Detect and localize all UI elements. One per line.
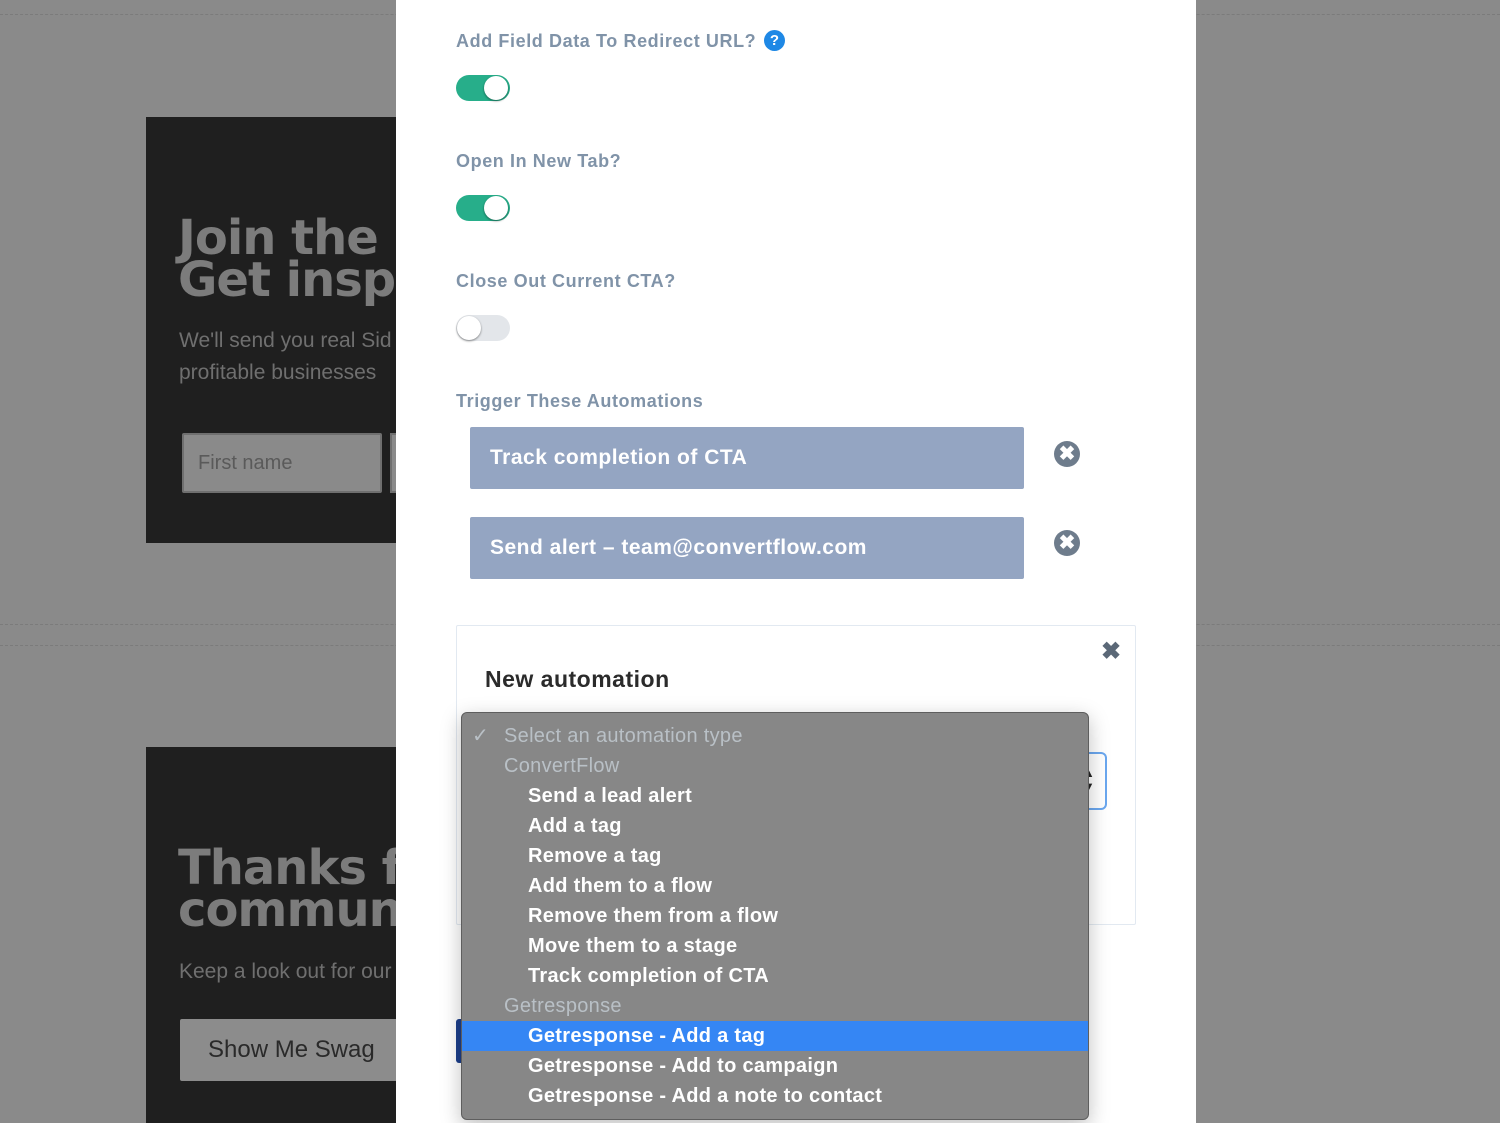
automation-type-dropdown: ✓ Select an automation type ConvertFlow … (461, 712, 1089, 1120)
automation-item[interactable]: Send alert – team@convertflow.com (470, 517, 1024, 579)
remove-automation-icon[interactable]: ✖ (1054, 530, 1080, 556)
help-icon[interactable]: ? (764, 30, 786, 51)
automations-label: Trigger These Automations (456, 391, 704, 411)
dropdown-option[interactable]: Remove a tag (462, 841, 1088, 871)
toggle-knob (457, 316, 481, 340)
background-card-subtitle: We'll send you real Sid profitable busin… (179, 329, 392, 384)
dropdown-option[interactable]: Move them to a stage (462, 931, 1088, 961)
background-card-subtitle: Keep a look out for our (179, 960, 392, 983)
remove-automation-icon[interactable]: ✖ (1054, 441, 1080, 467)
redirect-field-label: Add Field Data To Redirect URL?? (456, 30, 786, 52)
redirect-field-data-toggle[interactable] (456, 75, 510, 101)
background-card-title: Thanks fo communi (178, 840, 396, 938)
background-optin-card: Join the S Get inspi We'll send you real… (146, 117, 396, 543)
background-thanks-card: Thanks fo communi Keep a look out for ou… (146, 747, 396, 1123)
dropdown-option-placeholder: ✓ Select an automation type (462, 721, 1088, 751)
new-automation-title: New automation (485, 666, 670, 692)
dropdown-group-convertflow: ConvertFlow (504, 755, 620, 777)
dropdown-option[interactable]: Add a tag (462, 811, 1088, 841)
open-new-tab-toggle[interactable] (456, 195, 510, 221)
close-cta-field-label: Close Out Current CTA? (456, 271, 676, 291)
dropdown-option[interactable]: Add them to a flow (462, 871, 1088, 901)
background-show-me-swag-button: Show Me Swag (180, 1019, 396, 1081)
dropdown-option[interactable]: Getresponse - Add a note to contact (462, 1081, 1088, 1111)
dropdown-option[interactable]: Send a lead alert (462, 781, 1088, 811)
dropdown-option[interactable]: Track completion of CTA (462, 961, 1088, 991)
new-tab-field-label: Open In New Tab? (456, 151, 622, 171)
dropdown-option-selected[interactable]: Getresponse - Add a tag (462, 1021, 1088, 1051)
close-cta-toggle[interactable] (456, 315, 510, 341)
checkmark-icon: ✓ (472, 725, 490, 747)
dropdown-option[interactable]: Getresponse - Add to campaign (462, 1051, 1088, 1081)
background-card-title: Join the S Get inspi (178, 210, 396, 308)
automation-item[interactable]: Track completion of CTA (470, 427, 1024, 489)
toggle-knob (484, 76, 508, 100)
background-first-name-input: First name (182, 433, 382, 493)
close-icon[interactable]: ✖ (1101, 640, 1121, 664)
dropdown-group-getresponse: Getresponse (504, 995, 622, 1017)
dropdown-option[interactable]: Remove them from a flow (462, 901, 1088, 931)
toggle-knob (484, 196, 508, 220)
